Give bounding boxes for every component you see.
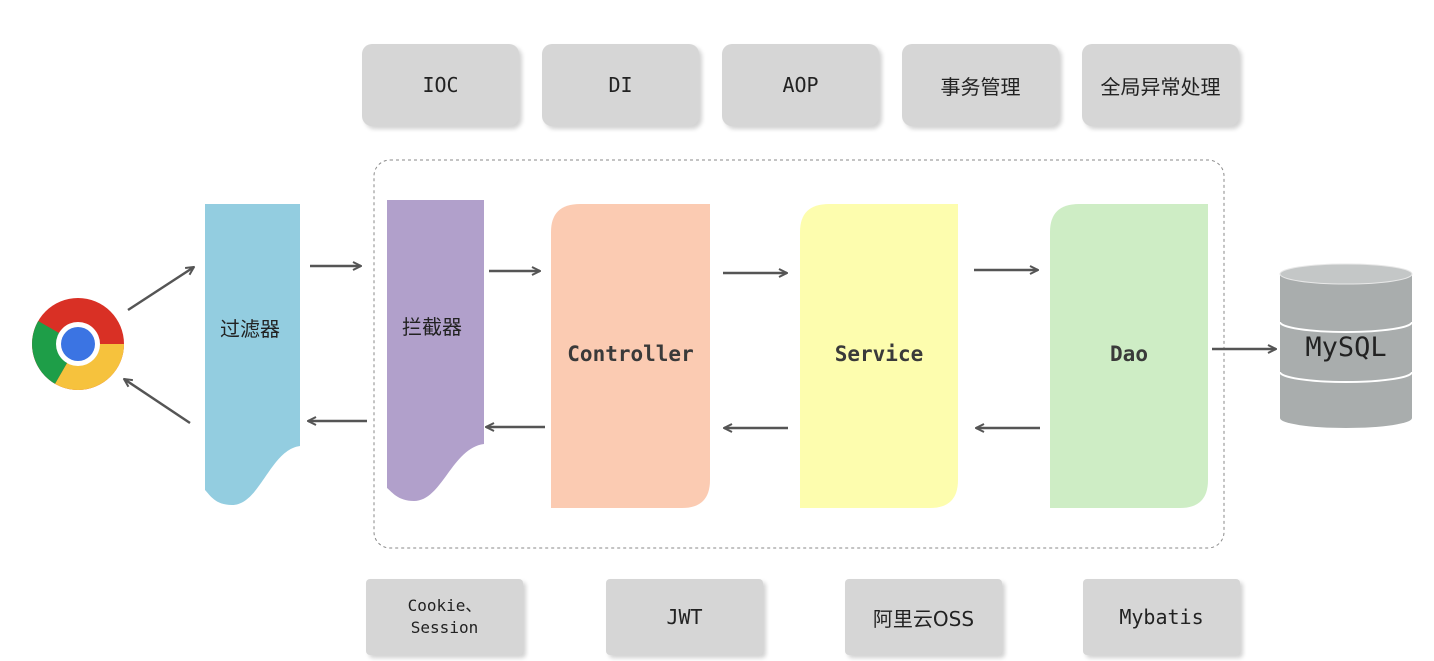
- feature-mybatis: Mybatis: [1083, 579, 1240, 655]
- database-label: MySQL: [1305, 332, 1387, 363]
- chrome-icon: [32, 298, 124, 390]
- interceptor-label: 拦截器: [402, 315, 462, 339]
- dao-label: Dao: [1110, 342, 1148, 366]
- interceptor-shape: [387, 200, 484, 501]
- feature-cookie-session: Cookie、 Session: [366, 579, 523, 655]
- filter-shape: [205, 204, 300, 505]
- service-label: Service: [834, 342, 924, 366]
- controller-label: Controller: [567, 342, 694, 366]
- feature-jwt: JWT: [606, 579, 763, 655]
- arrow-browser-to-filter: [127, 267, 194, 312]
- filter-label: 过滤器: [220, 317, 280, 341]
- feature-aliyun-oss: 阿里云OSS: [845, 579, 1002, 655]
- diagram-shapes: [32, 159, 1413, 651]
- arrow-filter-to-browser: [124, 379, 191, 425]
